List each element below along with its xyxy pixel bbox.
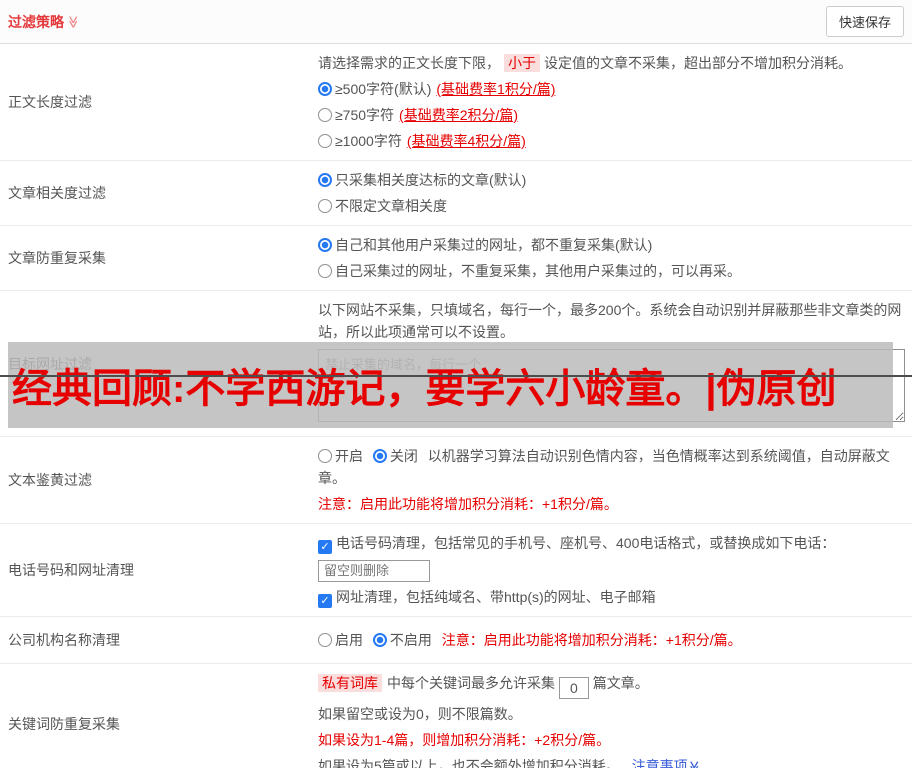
row-label-text-length: 正文长度过滤 (8, 94, 92, 110)
dedup-option-all-label: 自己和其他用户采集过的网址，都不重复采集(默认) (335, 237, 653, 253)
keyword-note-cost: 如果设为1-4篇，则增加积分消耗：+2积分/篇。 (318, 731, 611, 748)
relevance-option-strict[interactable]: 只采集相关度达标的文章(默认) (318, 169, 906, 191)
porn-off-label: 关闭 (389, 448, 418, 464)
row-label-keyword: 关键词防重复采集 (8, 716, 120, 732)
row-label-relevance: 文章相关度过滤 (8, 185, 106, 201)
row-label-company: 公司机构名称清理 (8, 631, 120, 648)
target-url-desc: 以下网站不采集，只填域名，每行一个，最多200个。系统会自动识别并屏蔽那些非文章… (318, 302, 902, 340)
keyword-note-zero: 如果留空或设为0，则不限篇数。 (318, 705, 522, 722)
quick-save-button[interactable]: 快速保存 (825, 6, 904, 37)
length-option-500-label: ≥500字符(默认) (335, 81, 432, 97)
relevance-option-any[interactable]: 不限定文章相关度 (318, 195, 906, 217)
radio-unchecked-icon[interactable] (318, 108, 332, 122)
keyword-count-input[interactable] (558, 676, 589, 699)
url-clean-line: 网址清理，包括纯域名、带http(s)的网址、电子邮箱 (318, 586, 906, 608)
length-option-1000[interactable]: ≥1000字符 (基础费率4积分/篇) (318, 130, 906, 152)
radio-unchecked-icon[interactable] (318, 632, 332, 647)
dedup-option-self[interactable]: 自己采集过的网址，不重复采集，其他用户采集过的，可以再采。 (318, 260, 906, 282)
length-option-1000-label: ≥1000字符 (335, 133, 402, 149)
length-option-750[interactable]: ≥750字符 (基础费率2积分/篇) (318, 104, 906, 126)
chevron-down-icon: ≫ (686, 760, 701, 768)
keyword-limit-text: 中每个关键词最多允许采集 (387, 674, 555, 691)
row-content-phone-url: 电话号码清理，包括常见的手机号、座机号、400电话格式，或替换成如下电话： 网址… (318, 524, 912, 616)
keyword-note-five: 如果设为5篇或以上，也不会额外增加积分消耗。 注意事项≫ (318, 755, 906, 768)
radio-checked-icon[interactable] (372, 449, 387, 463)
row-relevance-filter: 文章相关度过滤 只采集相关度达标的文章(默认) 不限定文章相关度 (0, 161, 912, 226)
row-content-porn: 开启 关闭 以机器学习算法自动识别色情内容，当色情概率达到系统阈值，自动屏蔽文章… (318, 437, 912, 523)
radio-unchecked-icon[interactable] (318, 134, 332, 148)
length-option-750-label: ≥750字符 (335, 107, 395, 123)
row-content-company: 启用 不启用 注意：启用此功能将增加积分消耗：+1积分/篇。 (318, 617, 912, 663)
row-porn-filter: 文本鉴黄过滤 开启 关闭 以机器学习算法自动识别色情内容，当色情概率达到系统阈值… (0, 437, 912, 524)
row-content-keyword: 私有词库中每个关键词最多允许采集 篇文章。 如果留空或设为0，则不限篇数。 如果… (318, 664, 912, 768)
company-note: 注意：启用此功能将增加积分消耗：+1积分/篇。 (441, 631, 742, 648)
row-phone-url-clean: 电话号码和网址清理 电话号码清理，包括常见的手机号、座机号、400电话格式，或替… (0, 524, 912, 617)
company-off-label: 不启用 (389, 631, 432, 648)
radio-checked-icon[interactable] (318, 173, 332, 187)
url-clean-label: 网址清理，包括纯域名、带http(s)的网址、电子邮箱 (336, 588, 656, 605)
page-header: 过滤策略 ≫ 快速保存 (0, 0, 912, 44)
overlay-banner: 经典回顾:不学西游记，要学六小龄童。|伪原创 (8, 342, 893, 428)
length-option-1000-fee: (基础费率4积分/篇) (406, 133, 526, 149)
phone-clean-label: 电话号码清理，包括常见的手机号、座机号、400电话格式，或替换成如下电话： (336, 535, 836, 551)
filter-strategy-page: 过滤策略 ≫ 快速保存 正文长度过滤 请选择需求的正文长度下限， 小于 设定值的文章… (0, 0, 912, 768)
page-title-label: 过滤策略 (8, 13, 64, 30)
company-options-line: 启用 不启用 注意：启用此功能将增加积分消耗：+1积分/篇。 (318, 629, 906, 651)
dedup-option-self-label: 自己采集过的网址，不重复采集，其他用户采集过的，可以再采。 (335, 263, 741, 279)
porn-on-label: 开启 (335, 448, 363, 464)
row-label-porn: 文本鉴黄过滤 (8, 472, 92, 488)
radio-checked-icon[interactable] (318, 82, 332, 96)
row-content-dedup: 自己和其他用户采集过的网址，都不重复采集(默认) 自己采集过的网址，不重复采集，… (318, 226, 912, 290)
relevance-option-any-label: 不限定文章相关度 (335, 198, 447, 214)
keyword-limit-line: 私有词库中每个关键词最多允许采集 篇文章。 (318, 672, 906, 699)
row-label-phone-url: 电话号码和网址清理 (8, 561, 134, 578)
row-text-length-filter: 正文长度过滤 请选择需求的正文长度下限， 小于 设定值的文章不采集，超出部分不增加积… (0, 44, 912, 161)
row-dedup-filter: 文章防重复采集 自己和其他用户采集过的网址，都不重复采集(默认) 自己采集过的网… (0, 226, 912, 291)
length-intro-pre: 请选择需求的正文长度下限， (318, 55, 500, 71)
keyword-note-five-text: 如果设为5篇或以上，也不会额外增加积分消耗。 (318, 757, 620, 768)
notice-link[interactable]: 注意事项≫ (632, 758, 701, 768)
private-lexicon-badge: 私有词库 (318, 673, 382, 692)
porn-note: 注意：启用此功能将增加积分消耗：+1积分/篇。 (318, 496, 618, 512)
checkbox-checked-icon[interactable] (318, 540, 332, 554)
radio-unchecked-icon[interactable] (318, 264, 332, 278)
radio-unchecked-icon[interactable] (318, 449, 332, 463)
length-intro-highlight: 小于 (504, 54, 540, 72)
radio-checked-icon[interactable] (318, 238, 332, 252)
chevron-down-icon: ≫ (66, 15, 81, 28)
radio-checked-icon[interactable] (372, 632, 387, 647)
row-content-relevance: 只采集相关度达标的文章(默认) 不限定文章相关度 (318, 161, 912, 225)
length-intro-post: 设定值的文章不采集，超出部分不增加积分消耗。 (544, 55, 852, 71)
length-option-500[interactable]: ≥500字符(默认) (基础费率1积分/篇) (318, 78, 906, 100)
length-intro: 请选择需求的正文长度下限， 小于 设定值的文章不采集，超出部分不增加积分消耗。 (318, 52, 906, 74)
radio-unchecked-icon[interactable] (318, 199, 332, 213)
relevance-option-strict-label: 只采集相关度达标的文章(默认) (335, 172, 527, 188)
row-content-text-length: 请选择需求的正文长度下限， 小于 设定值的文章不采集，超出部分不增加积分消耗。 ≥5… (318, 44, 912, 160)
overlay-banner-text: 经典回顾:不学西游记，要学六小龄童。|伪原创 (12, 367, 837, 411)
replacement-phone-input[interactable] (318, 559, 430, 582)
banner-strike-line (0, 375, 912, 377)
row-company-clean: 公司机构名称清理 启用 不启用 注意：启用此功能将增加积分消耗：+1积分/篇。 (0, 617, 912, 664)
row-keyword-dedup: 关键词防重复采集 私有词库中每个关键词最多允许采集 篇文章。 如果留空或设为0，… (0, 664, 912, 768)
notice-link-label: 注意事项 (631, 757, 688, 768)
row-label-dedup: 文章防重复采集 (8, 250, 106, 266)
dedup-option-all[interactable]: 自己和其他用户采集过的网址，都不重复采集(默认) (318, 234, 906, 256)
keyword-limit-suffix: 篇文章。 (592, 674, 649, 691)
company-on-label: 启用 (335, 631, 363, 648)
phone-clean-line: 电话号码清理，包括常见的手机号、座机号、400电话格式，或替换成如下电话： (318, 532, 906, 582)
porn-options-line: 开启 关闭 以机器学习算法自动识别色情内容，当色情概率达到系统阈值，自动屏蔽文章… (318, 445, 906, 489)
checkbox-checked-icon[interactable] (318, 593, 332, 608)
length-option-750-fee: (基础费率2积分/篇) (399, 107, 519, 123)
length-option-500-fee: (基础费率1积分/篇) (436, 81, 556, 97)
page-title[interactable]: 过滤策略 ≫ (8, 12, 80, 32)
